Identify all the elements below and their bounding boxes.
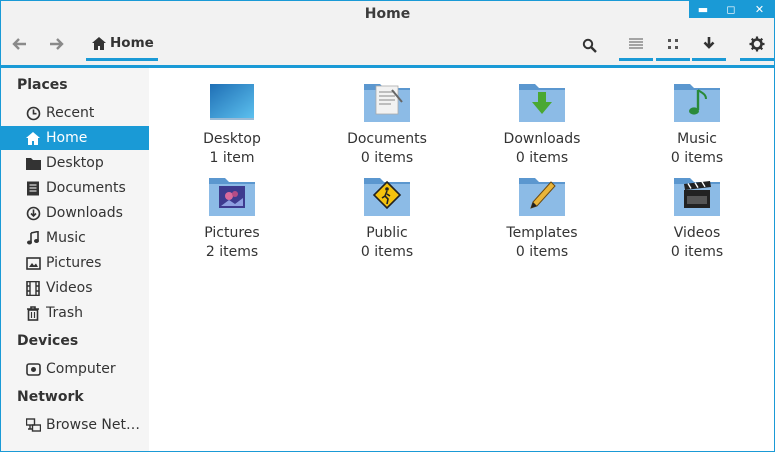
file-count: 0 items xyxy=(360,244,414,260)
file-count: 0 items xyxy=(515,244,569,260)
picture-icon xyxy=(25,255,41,271)
clock-icon xyxy=(25,105,41,121)
file-grid: Desktop 1 item Documents 0 items Downloa… xyxy=(149,68,774,451)
file-item-public[interactable]: Public 0 items xyxy=(322,174,452,262)
search-icon xyxy=(582,38,597,53)
file-count: 0 items xyxy=(515,150,569,166)
list-view-button[interactable] xyxy=(619,29,653,61)
gear-icon xyxy=(749,36,765,51)
file-name: Music xyxy=(677,131,717,147)
file-item-documents[interactable]: Documents 0 items xyxy=(322,80,452,168)
sidebar: Places Recent Home Desktop Documents Dow… xyxy=(1,68,149,451)
sidebar-section-places: Places xyxy=(17,77,68,93)
maximize-button[interactable]: ◻ xyxy=(717,1,745,18)
sidebar-item-label: Pictures xyxy=(46,255,102,271)
list-view-icon xyxy=(629,38,643,48)
sidebar-item-label: Videos xyxy=(46,280,93,296)
file-name: Desktop xyxy=(203,131,261,147)
file-name: Documents xyxy=(347,131,427,147)
templates-folder-icon xyxy=(517,174,567,218)
home-icon xyxy=(25,130,41,146)
sidebar-item-label: Recent xyxy=(46,105,95,121)
file-name: Public xyxy=(366,225,408,241)
sidebar-item-label: Downloads xyxy=(46,205,123,221)
pictures-folder-icon xyxy=(207,174,257,218)
grid-view-icon xyxy=(668,38,678,49)
music-icon xyxy=(25,230,41,246)
download-icon xyxy=(703,37,715,49)
sidebar-item-browse-network[interactable]: Browse Net… xyxy=(1,413,149,437)
sidebar-item-label: Trash xyxy=(46,305,83,321)
sidebar-item-documents[interactable]: Documents xyxy=(1,176,149,200)
header-bar: Home ▬ ◻ ✕ Home xyxy=(1,1,774,68)
sidebar-item-home[interactable]: Home xyxy=(1,126,149,150)
sidebar-item-label: Browse Net… xyxy=(46,417,141,433)
file-name: Downloads xyxy=(503,131,581,147)
trash-icon xyxy=(25,305,41,321)
grid-view-button[interactable] xyxy=(656,29,690,61)
search-button[interactable] xyxy=(572,29,606,61)
file-name: Templates xyxy=(506,225,578,241)
arrow-right-icon xyxy=(50,38,64,50)
file-name: Pictures xyxy=(204,225,260,241)
file-count: 1 item xyxy=(209,150,255,166)
file-item-music[interactable]: Music 0 items xyxy=(632,80,762,168)
documents-folder-icon xyxy=(362,80,412,124)
desktop-icon xyxy=(207,80,257,124)
file-manager-window: Home ▬ ◻ ✕ Home Places Recent Home Deskt… xyxy=(0,0,775,452)
window-title: Home xyxy=(364,6,411,22)
sidebar-item-videos[interactable]: Videos xyxy=(1,276,149,300)
home-icon xyxy=(92,36,106,50)
file-item-pictures[interactable]: Pictures 2 items xyxy=(167,174,297,262)
sidebar-item-label: Music xyxy=(46,230,86,246)
file-count: 0 items xyxy=(670,244,724,260)
download-circle-icon xyxy=(25,205,41,221)
sidebar-section-network: Network xyxy=(17,389,84,405)
sidebar-item-label: Desktop xyxy=(46,155,104,171)
file-name: Videos xyxy=(673,225,721,241)
sidebar-item-label: Documents xyxy=(46,180,126,196)
network-icon xyxy=(25,417,41,433)
folder-icon xyxy=(25,155,41,171)
forward-button[interactable] xyxy=(41,31,71,57)
music-folder-icon xyxy=(672,80,722,124)
minimize-button[interactable]: ▬ xyxy=(689,1,717,18)
sidebar-item-computer[interactable]: Computer xyxy=(1,357,149,381)
file-count: 2 items xyxy=(205,244,259,260)
film-icon xyxy=(25,280,41,296)
path-bar-home-button[interactable]: Home xyxy=(86,28,158,61)
sidebar-item-recent[interactable]: Recent xyxy=(1,101,149,125)
sidebar-item-music[interactable]: Music xyxy=(1,226,149,250)
back-button[interactable] xyxy=(5,31,35,57)
sidebar-section-devices: Devices xyxy=(17,333,79,349)
public-folder-icon xyxy=(362,174,412,218)
file-count: 0 items xyxy=(360,150,414,166)
sidebar-item-label: Computer xyxy=(46,361,116,377)
document-icon xyxy=(25,180,41,196)
sidebar-item-label: Home xyxy=(46,130,88,146)
arrow-left-icon xyxy=(12,38,26,50)
download-button[interactable] xyxy=(692,29,726,61)
close-button[interactable]: ✕ xyxy=(745,1,774,18)
downloads-folder-icon xyxy=(517,80,567,124)
videos-folder-icon xyxy=(672,174,722,218)
file-item-templates[interactable]: Templates 0 items xyxy=(477,174,607,262)
drive-icon xyxy=(25,361,41,377)
path-bar-label: Home xyxy=(110,35,154,51)
file-item-desktop[interactable]: Desktop 1 item xyxy=(167,80,297,168)
sidebar-item-trash[interactable]: Trash xyxy=(1,301,149,325)
sidebar-item-pictures[interactable]: Pictures xyxy=(1,251,149,275)
settings-button[interactable] xyxy=(740,29,774,61)
sidebar-item-desktop[interactable]: Desktop xyxy=(1,151,149,175)
file-count: 0 items xyxy=(670,150,724,166)
sidebar-item-downloads[interactable]: Downloads xyxy=(1,201,149,225)
file-item-downloads[interactable]: Downloads 0 items xyxy=(477,80,607,168)
file-item-videos[interactable]: Videos 0 items xyxy=(632,174,762,262)
